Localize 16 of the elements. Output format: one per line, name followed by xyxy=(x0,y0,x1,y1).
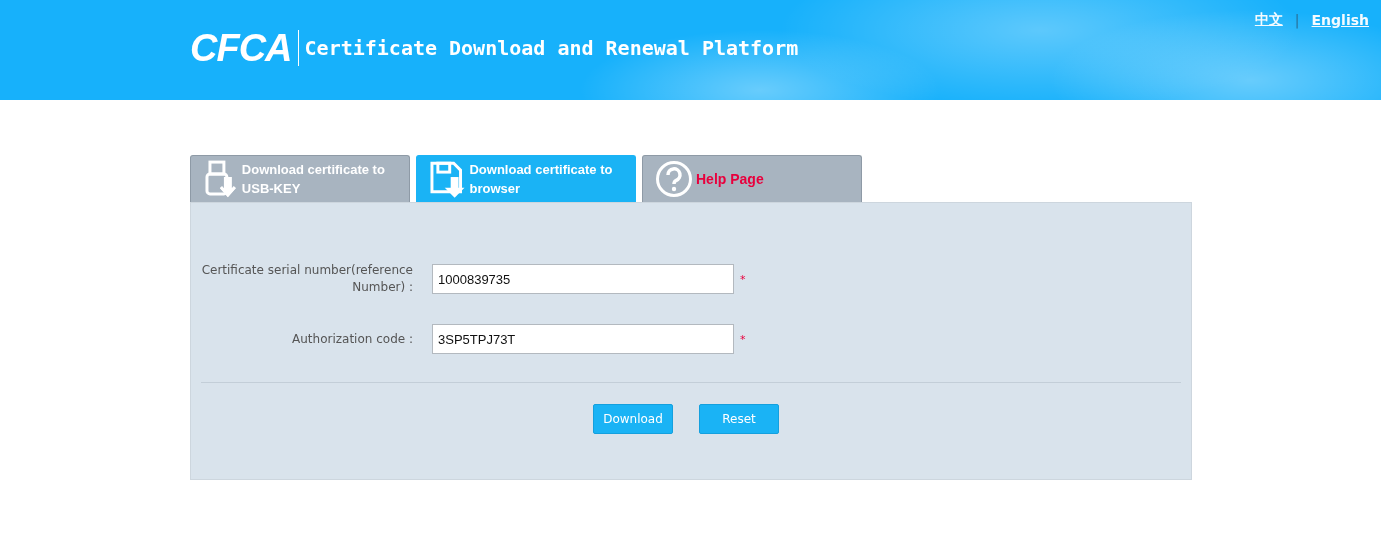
logo: CFCA xyxy=(190,30,299,66)
separator: | xyxy=(1294,12,1300,28)
input-field[interactable]: 3SP5TPJ73T xyxy=(432,324,734,354)
language-link[interactable]: English xyxy=(1311,12,1369,28)
field-label: Authorization code : xyxy=(291,330,413,348)
page-title: Certificate Download and Renewal Platform xyxy=(304,36,799,60)
required-mark: * xyxy=(740,332,746,346)
language-link[interactable]: 中文 xyxy=(1254,11,1283,29)
tab[interactable]: Download certificate to USB-KEY xyxy=(190,155,410,202)
download-button[interactable]: Download xyxy=(593,404,673,434)
required-mark: * xyxy=(740,272,746,286)
tab[interactable]: Download certificate to browser xyxy=(416,155,636,202)
tab[interactable]: Help Page xyxy=(642,155,862,202)
field-label: Certificate serial number(reference Number) : xyxy=(200,262,413,296)
reset-button[interactable]: Reset xyxy=(699,404,779,434)
input-field[interactable]: 1000839735 xyxy=(432,264,734,294)
